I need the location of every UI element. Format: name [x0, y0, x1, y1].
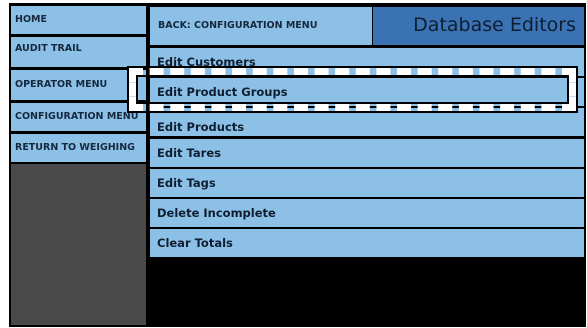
- nav-filler: [11, 164, 146, 325]
- nav-configuration-menu-button[interactable]: CONFIGURATION MENU: [11, 103, 146, 131]
- nav-audit-trail-button[interactable]: AUDIT TRAIL: [11, 37, 146, 67]
- nav-return-to-weighing-button[interactable]: RETURN TO WEIGHING: [11, 134, 146, 162]
- menu-clear-totals-label: Clear Totals: [157, 236, 233, 250]
- menu-edit-tares[interactable]: Edit Tares: [150, 139, 584, 167]
- nav-home-label: HOME: [15, 14, 47, 25]
- selection-highlight: [127, 66, 578, 113]
- menu-delete-incomplete-label: Delete Incomplete: [157, 206, 276, 220]
- nav-audit-trail-label: AUDIT TRAIL: [15, 43, 82, 54]
- menu-edit-customers-label: Edit Customers: [157, 55, 256, 69]
- back-button-label: BACK: CONFIGURATION MENU: [158, 20, 318, 31]
- menu-clear-totals[interactable]: Clear Totals: [150, 229, 584, 257]
- menu-delete-incomplete[interactable]: Delete Incomplete: [150, 199, 584, 227]
- nav-operator-menu-button[interactable]: OPERATOR MENU: [11, 70, 146, 100]
- menu-edit-products[interactable]: Edit Products: [150, 108, 584, 136]
- nav-home-button[interactable]: HOME: [11, 6, 146, 34]
- nav-return-to-weighing-label: RETURN TO WEIGHING: [15, 142, 135, 153]
- nav-configuration-menu-label: CONFIGURATION MENU: [15, 111, 139, 122]
- menu-edit-tags-label: Edit Tags: [157, 176, 216, 190]
- nav-operator-menu-label: OPERATOR MENU: [15, 79, 108, 90]
- app-frame: HOME AUDIT TRAIL OPERATOR MENU CONFIGURA…: [9, 3, 586, 327]
- page-title: Database Editors: [373, 7, 584, 45]
- page-title-text: Database Editors: [413, 14, 576, 36]
- back-configuration-menu-button[interactable]: BACK: CONFIGURATION MENU: [150, 7, 372, 45]
- menu-edit-tares-label: Edit Tares: [157, 146, 221, 160]
- menu-edit-products-label: Edit Products: [157, 120, 245, 134]
- menu-edit-tags[interactable]: Edit Tags: [150, 169, 584, 197]
